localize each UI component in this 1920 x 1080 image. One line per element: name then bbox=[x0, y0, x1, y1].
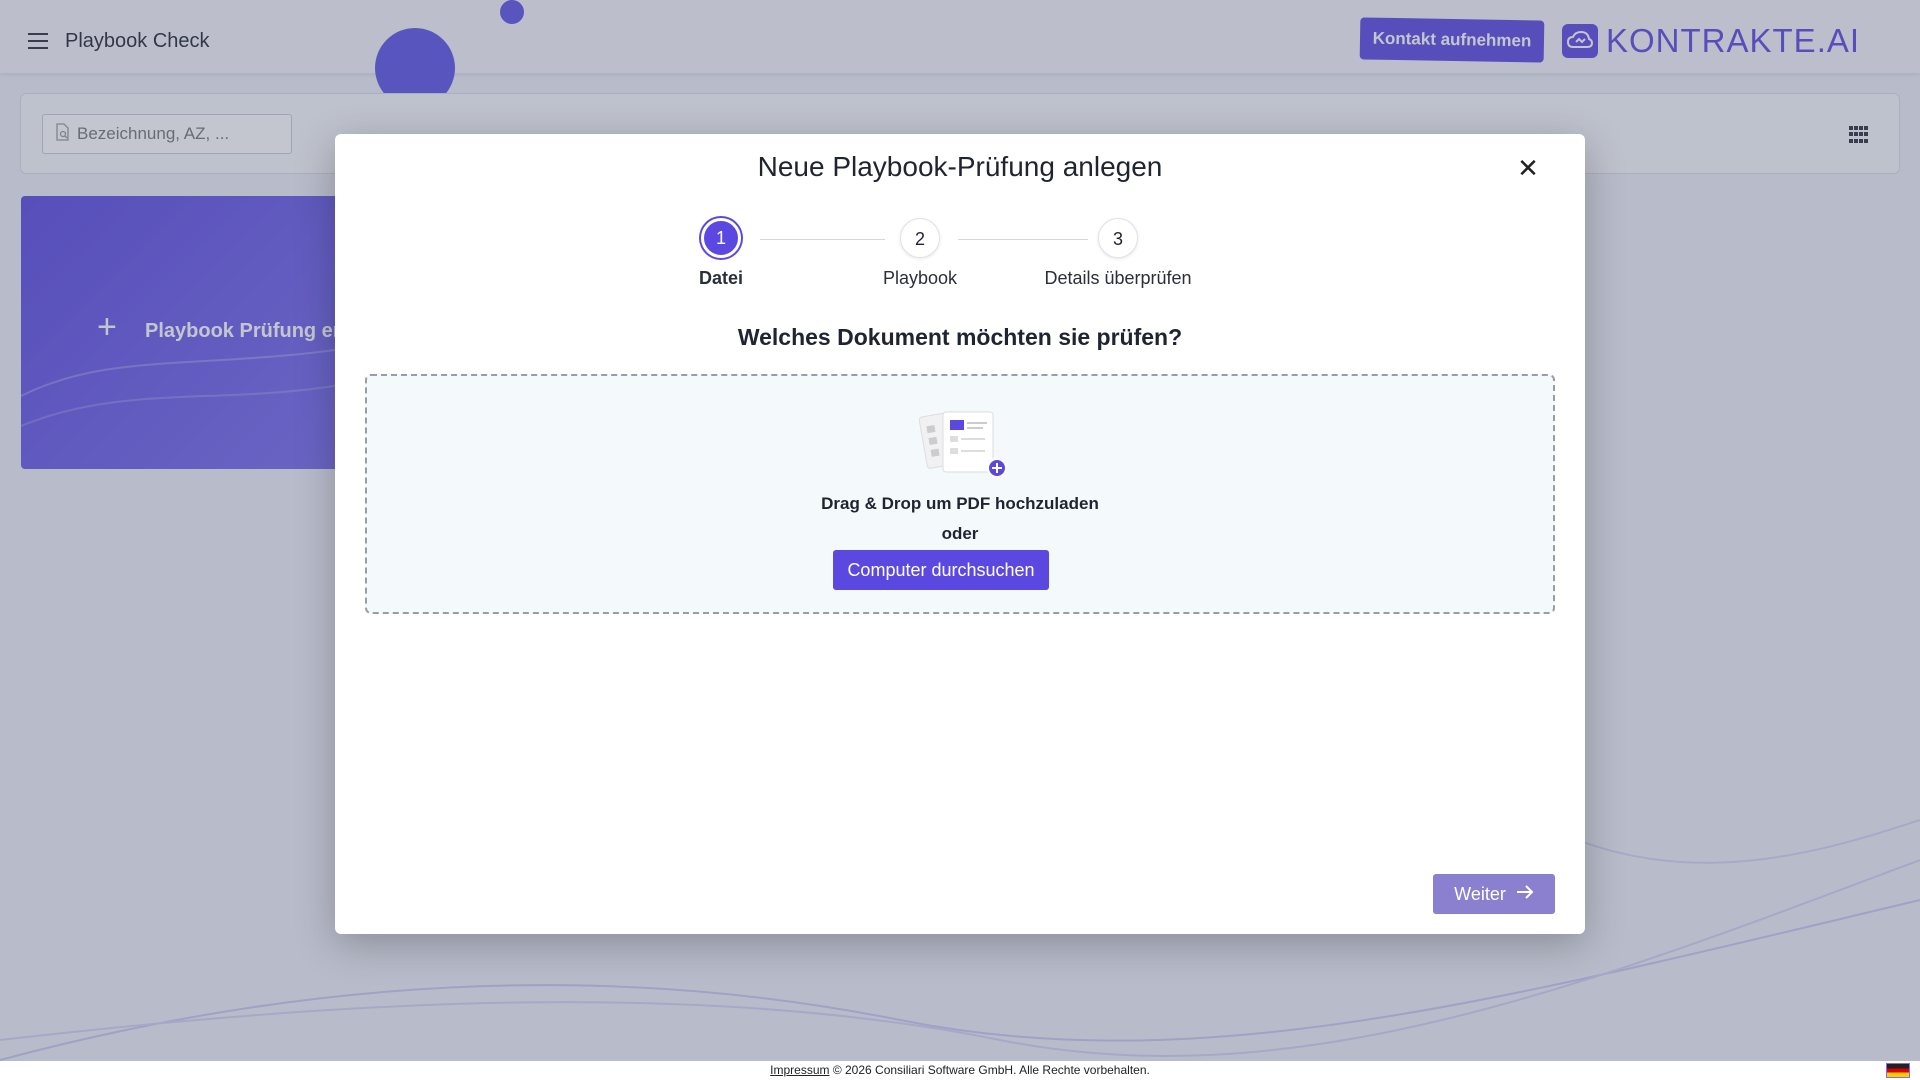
pdf-dropzone[interactable]: Drag & Drop um PDF hochzuladen oder Comp… bbox=[365, 374, 1555, 614]
dialog-title: Neue Playbook-Prüfung anlegen bbox=[757, 151, 1163, 182]
dropzone-instruction: Drag & Drop um PDF hochzuladen bbox=[821, 494, 1099, 513]
step-datei[interactable]: 1 Datei bbox=[636, 218, 806, 289]
close-icon[interactable]: ✕ bbox=[1516, 155, 1540, 181]
step-details[interactable]: 3 Details überprüfen bbox=[1033, 218, 1203, 289]
step-label: Datei bbox=[698, 268, 743, 288]
new-playbook-check-dialog: Neue Playbook-Prüfung anlegen ✕ 1 Datei … bbox=[335, 134, 1585, 934]
step-label: Details überprüfen bbox=[1044, 268, 1192, 288]
next-button-label: Weiter bbox=[1454, 883, 1506, 904]
dropzone-or: oder bbox=[941, 524, 979, 543]
document-upload-icon bbox=[919, 411, 1007, 478]
step-number: 1 bbox=[701, 218, 741, 258]
document-question: Welches Dokument möchten sie prüfen? bbox=[737, 324, 1183, 350]
step-label: Playbook bbox=[882, 268, 958, 288]
step-playbook[interactable]: 2 Playbook bbox=[835, 218, 1005, 289]
german-flag-icon[interactable] bbox=[1886, 1063, 1910, 1078]
copyright-text: © 2026 Consiliari Software GmbH. Alle Re… bbox=[829, 1063, 1150, 1077]
impressum-link[interactable]: Impressum bbox=[770, 1063, 829, 1077]
browse-computer-button[interactable]: Computer durchsuchen bbox=[833, 550, 1049, 590]
step-number: 3 bbox=[1098, 218, 1138, 258]
arrow-right-icon bbox=[1516, 884, 1534, 905]
footer: Impressum © 2026 Consiliari Software Gmb… bbox=[0, 1061, 1920, 1080]
next-button[interactable]: Weiter bbox=[1433, 874, 1555, 914]
stepper: 1 Datei 2 Playbook 3 Details überprüfen bbox=[335, 218, 1585, 298]
step-number: 2 bbox=[900, 218, 940, 258]
